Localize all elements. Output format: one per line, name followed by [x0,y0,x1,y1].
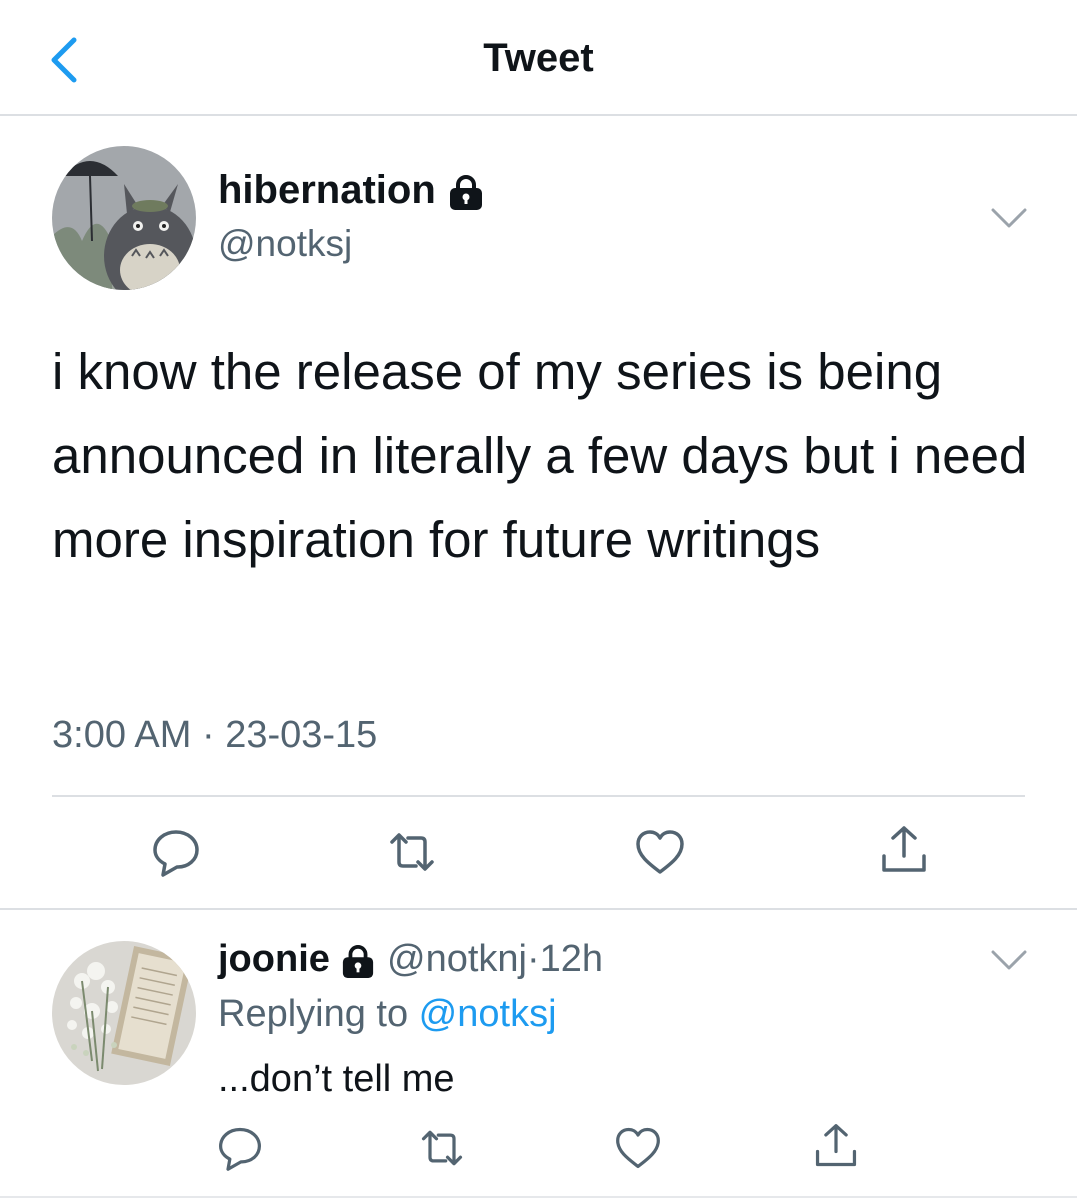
retweet-icon [421,1130,463,1166]
replying-to-label: Replying to [218,993,419,1035]
share-button[interactable] [878,824,930,876]
chevron-down-icon [991,950,1027,970]
tweet-timestamp: 3:00 AM · 23-03-15 [52,714,378,756]
page-title: Tweet [483,36,594,80]
author-display-name-row: hibernation [218,168,485,213]
reply-like-button[interactable] [614,1124,666,1176]
divider [0,1196,1077,1198]
author-display-name[interactable]: hibernation [218,168,436,212]
author-handle[interactable]: @notksj [218,223,352,265]
reply-dot: · [527,938,540,980]
reply-icon [153,830,199,877]
reply-display-name[interactable]: joonie [218,938,330,980]
chevron-down-icon [991,208,1027,228]
divider [52,795,1025,797]
reply-handle[interactable]: @notknj [387,938,527,980]
reply-button[interactable] [150,826,202,878]
retweet-button[interactable] [386,826,438,878]
reply-options-button[interactable] [990,948,1028,972]
replying-to-line: Replying to @notksj [218,993,557,1036]
reply-share-button[interactable] [812,1122,864,1174]
top-nav-bar: Tweet [0,0,1077,116]
divider [0,908,1077,910]
tweet-options-button[interactable] [990,206,1028,230]
reply-author-avatar[interactable] [52,941,196,1085]
like-button[interactable] [634,826,686,878]
share-icon [815,1124,857,1167]
share-icon [882,826,926,872]
retweet-icon [390,833,434,871]
reply-retweet-button[interactable] [418,1124,470,1176]
reply-icon [219,1127,261,1171]
lock-icon [449,175,482,211]
reply-reply-button[interactable] [216,1124,268,1176]
reply-text: ...don’t tell me [218,1058,455,1100]
lock-icon [343,944,374,978]
like-icon [616,1127,660,1169]
author-avatar[interactable] [52,146,196,290]
tweet-text: i know the release of my series is being… [52,343,1028,568]
reply-time: 12h [539,938,604,980]
reply-header: joonie @notknj·12h [218,938,603,981]
replying-to-mention[interactable]: @notksj [419,993,557,1035]
avatar-image [52,941,196,1085]
like-icon [636,830,684,874]
avatar-image [52,146,196,290]
